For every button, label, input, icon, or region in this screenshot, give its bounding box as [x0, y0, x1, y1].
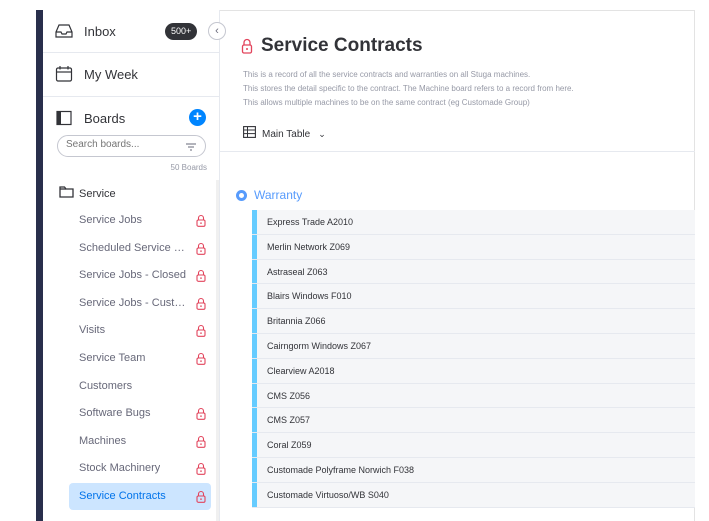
table-row[interactable]: Britannia Z066: [252, 309, 695, 334]
lock-icon: [196, 435, 206, 448]
chevron-down-icon: ⌄: [318, 128, 326, 139]
table-row[interactable]: Coral Z059: [252, 433, 695, 458]
board-item-label: Customers: [79, 379, 133, 392]
sidebar-board-item[interactable]: Service Team: [69, 345, 211, 372]
view-label: Main Table: [262, 128, 311, 140]
folder-service[interactable]: Service: [59, 185, 116, 203]
table-row[interactable]: CMS Z056: [252, 383, 695, 409]
board-item-label: Visits: [79, 324, 106, 337]
view-selector[interactable]: Main Table ⌄: [243, 125, 326, 143]
item-name[interactable]: Cairngorm Windows Z067: [267, 341, 371, 351]
sidebar-board-item[interactable]: Visits: [69, 317, 211, 344]
board-item-label: Stock Machinery: [79, 462, 161, 475]
board-item-label: Service Contracts: [79, 490, 166, 502]
description-line: This stores the detail specific to the c…: [243, 84, 574, 93]
sidebar-board-item[interactable]: Service Jobs - Custom...: [69, 290, 211, 317]
item-name[interactable]: CMS Z056: [267, 391, 310, 401]
plus-icon: +: [193, 108, 202, 125]
item-name[interactable]: CMS Z057: [267, 415, 310, 425]
item-name[interactable]: Express Trade A2010: [267, 217, 353, 227]
my-week-label: My Week: [84, 66, 138, 82]
left-nav-bar: [36, 10, 43, 521]
table-row[interactable]: Express Trade A2010: [252, 210, 695, 235]
search-boards-input[interactable]: [66, 139, 176, 150]
divider: [43, 52, 220, 53]
chevron-left-icon: ‹: [215, 25, 219, 37]
lock-icon: [241, 38, 253, 54]
table-row[interactable]: Clearview A2018: [252, 358, 695, 384]
lock-icon: [196, 407, 206, 421]
board-item-label: Service Team: [79, 352, 146, 364]
table-row[interactable]: Customade Polyframe Norwich F038: [252, 457, 695, 483]
lock-icon: [196, 214, 206, 227]
filter-icon[interactable]: [185, 140, 197, 152]
add-board-button[interactable]: +: [189, 109, 206, 126]
nav-inbox[interactable]: Inbox 500+: [43, 20, 220, 42]
boards-count: 50 Boards: [170, 163, 207, 172]
table-row[interactable]: Customade Virtuoso/WB S040: [252, 482, 695, 508]
collapse-sidebar-button[interactable]: ‹: [208, 22, 226, 40]
item-name[interactable]: Coral Z059: [267, 440, 312, 450]
lock-icon: [196, 269, 206, 283]
page-title[interactable]: Service Contracts: [261, 35, 423, 57]
sidebar-board-item[interactable]: Customers: [69, 373, 211, 400]
group-items: Express Trade A2010 Merlin Network Z069 As…: [252, 210, 695, 508]
table-row[interactable]: Cairngorm Windows Z067: [252, 333, 695, 359]
divider: [43, 96, 220, 97]
table-row[interactable]: Merlin Network Z069: [252, 234, 695, 260]
board-item-label: Software Bugs: [79, 407, 151, 420]
board-icon: [53, 107, 75, 129]
board-item-label: Machines: [79, 434, 127, 447]
board-main: Service Contracts This is a record of al…: [220, 10, 695, 521]
lock-icon: [196, 352, 206, 365]
board-description[interactable]: This is a record of all the service cont…: [243, 68, 683, 110]
table-row[interactable]: Astraseal Z063: [252, 259, 695, 285]
folder-icon: [59, 185, 74, 203]
calendar-icon: [53, 63, 75, 85]
nav-my-week[interactable]: My Week: [43, 63, 220, 85]
board-item-label: Service Jobs - Custom...: [79, 296, 191, 309]
sidebar-board-item[interactable]: Scheduled Service Visits: [69, 235, 211, 262]
sidebar-board-item[interactable]: Stock Machinery: [69, 455, 211, 482]
board-item-label: Scheduled Service Visits: [79, 241, 191, 254]
description-line: This is a record of all the service cont…: [243, 70, 531, 79]
inbox-icon: [53, 20, 75, 42]
inbox-count-badge: 500+: [165, 22, 198, 40]
divider: [220, 151, 695, 152]
lock-icon: [196, 297, 206, 310]
table-row[interactable]: Blairs Windows F010: [252, 284, 695, 310]
boards-label: Boards: [84, 110, 126, 126]
description-line: This allows multiple machines to be on t…: [243, 98, 530, 107]
sidebar-board-item[interactable]: Service Jobs: [69, 207, 211, 234]
sidebar-board-item[interactable]: Service Jobs - Closed: [69, 262, 211, 289]
search-boards[interactable]: [57, 135, 206, 157]
table-icon: [243, 125, 256, 143]
item-name[interactable]: Customade Polyframe Norwich F038: [267, 465, 414, 475]
sidebar-board-item[interactable]: Service Contracts: [69, 483, 211, 510]
lock-icon: [196, 490, 206, 503]
item-name[interactable]: Clearview A2018: [267, 366, 335, 376]
item-name[interactable]: Merlin Network Z069: [267, 242, 350, 252]
sidebar-scrollbar[interactable]: [216, 180, 219, 521]
board-item-label: Service Jobs - Closed: [79, 269, 186, 282]
item-name[interactable]: Britannia Z066: [267, 316, 326, 326]
table-row[interactable]: CMS Z057: [252, 408, 695, 434]
lock-icon: [196, 242, 206, 255]
group-name[interactable]: Warranty: [254, 188, 302, 202]
lock-icon: [196, 462, 206, 476]
board-item-label: Service Jobs: [79, 214, 142, 226]
lock-icon: [196, 324, 206, 338]
inbox-label: Inbox: [84, 23, 116, 39]
group-toggle-icon[interactable]: [236, 189, 247, 201]
group-header[interactable]: Warranty: [236, 188, 302, 202]
sidebar-board-item[interactable]: Software Bugs: [69, 400, 211, 427]
sidebar: Inbox 500+ My Week Boards + 50 Boards Se…: [43, 10, 220, 521]
item-name[interactable]: Astraseal Z063: [267, 267, 328, 277]
item-name[interactable]: Customade Virtuoso/WB S040: [267, 490, 389, 500]
folder-name: Service: [79, 188, 116, 200]
item-name[interactable]: Blairs Windows F010: [267, 291, 352, 301]
sidebar-board-item[interactable]: Machines: [69, 428, 211, 455]
board-header: Service Contracts: [241, 35, 423, 57]
